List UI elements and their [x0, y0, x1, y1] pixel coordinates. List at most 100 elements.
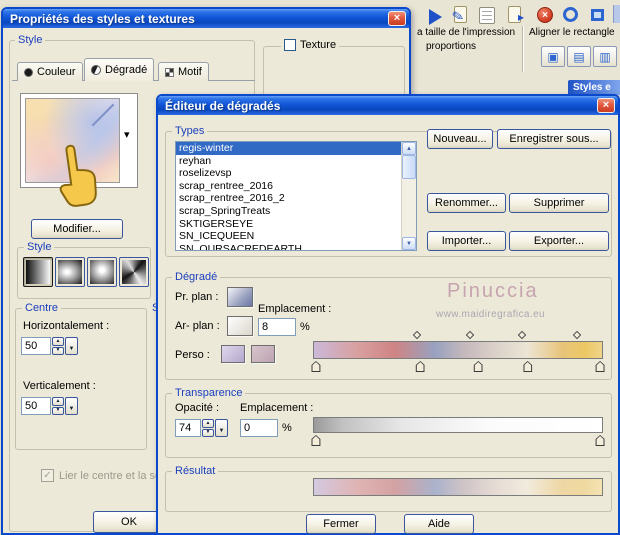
- gradient-style-rect-button[interactable]: [55, 257, 85, 287]
- text-block-icon[interactable]: [479, 7, 495, 24]
- delete-icon[interactable]: ×: [537, 7, 553, 23]
- script-run-icon[interactable]: ▸: [506, 5, 528, 26]
- circle-icon[interactable]: [563, 7, 578, 22]
- close-dialog-button[interactable]: Fermer: [306, 514, 376, 534]
- link-centre-checkbox[interactable]: ✓: [41, 469, 54, 482]
- properties-dialog-titlebar[interactable]: Propriétés des styles et textures ×: [3, 9, 409, 28]
- spin-down-button[interactable]: ▼: [202, 428, 214, 437]
- custom-swatch-1[interactable]: [221, 345, 245, 363]
- close-icon: ×: [393, 12, 401, 24]
- delete-button[interactable]: Supprimer: [509, 193, 609, 213]
- foreground-label: Pr. plan :: [175, 291, 219, 303]
- align-button-1[interactable]: ▣: [541, 46, 565, 67]
- stop-marker[interactable]: [523, 361, 533, 372]
- types-group-label: Types: [172, 125, 208, 138]
- texture-caption: Texture: [281, 39, 340, 51]
- stop-marker[interactable]: [311, 435, 321, 446]
- mid-marker[interactable]: [413, 330, 422, 340]
- stop-marker[interactable]: [311, 361, 321, 372]
- run-glyph: ▸: [518, 10, 525, 24]
- custom-swatch-2[interactable]: [251, 345, 275, 363]
- horizontal-value-input[interactable]: 50: [21, 337, 51, 355]
- spin-up-button[interactable]: ▲: [52, 397, 64, 406]
- workspace: ✎ ▸ × a taille de l'impression proportio…: [0, 0, 620, 535]
- list-item[interactable]: scrap_SpringTreats: [176, 205, 401, 218]
- horizontal-label: Horizontalement :: [23, 320, 110, 332]
- vertical-value-input[interactable]: 50: [21, 397, 51, 415]
- gradient-location-label: Emplacement :: [258, 303, 332, 315]
- properties-close-button[interactable]: ×: [388, 11, 406, 26]
- foreground-swatch[interactable]: [227, 287, 253, 307]
- style-subgroup-label: Style: [24, 241, 55, 254]
- spin-down-button[interactable]: ▼: [52, 406, 64, 415]
- preview-dropdown-icon[interactable]: ▾: [124, 128, 130, 141]
- gradient-style-radial-button[interactable]: [119, 257, 149, 287]
- opacity-spinner: 74 ▲ ▼ ▼: [175, 419, 228, 437]
- script-edit-icon[interactable]: ✎: [450, 5, 471, 26]
- linear-gradient-thumb: [26, 260, 50, 284]
- list-item[interactable]: reyhan: [176, 155, 401, 168]
- import-button[interactable]: Importer...: [427, 231, 506, 251]
- gradient-editor-titlebar[interactable]: Éditeur de dégradés ×: [158, 96, 618, 115]
- slider-dropdown-button[interactable]: ▼: [215, 419, 228, 437]
- scroll-thumb[interactable]: [402, 155, 416, 179]
- mid-marker[interactable]: [465, 330, 474, 340]
- slider-dropdown-button[interactable]: ▼: [65, 337, 78, 355]
- stop-marker[interactable]: [473, 361, 483, 372]
- gradient-editor-close-button[interactable]: ×: [597, 98, 615, 113]
- list-item[interactable]: scrap_rentree_2016_2: [176, 192, 401, 205]
- ok-button[interactable]: OK: [93, 511, 165, 533]
- properties-dialog-title: Propriétés des styles et textures: [10, 11, 195, 26]
- gradient-types-listbox[interactable]: regis-winter reyhan roselizevsp scrap_re…: [175, 141, 417, 251]
- gradient-location-input[interactable]: 8: [258, 318, 296, 336]
- scroll-down-button[interactable]: ▼: [402, 237, 416, 250]
- spin-down-button[interactable]: ▼: [52, 346, 64, 355]
- list-item[interactable]: SN_OURSACREDEARTH: [176, 243, 401, 250]
- list-item[interactable]: SN_ICEQUEEN: [176, 230, 401, 243]
- align-icon-2: ▤: [573, 49, 585, 64]
- gradient-bar[interactable]: [313, 341, 603, 359]
- new-button[interactable]: Nouveau...: [427, 129, 493, 149]
- square-icon[interactable]: [591, 9, 604, 21]
- list-item[interactable]: scrap_rentree_2016: [176, 180, 401, 193]
- text-lines: [482, 11, 492, 20]
- styles-panel-header[interactable]: Styles e: [568, 80, 620, 95]
- modify-button[interactable]: Modifier...: [31, 219, 123, 239]
- mid-marker[interactable]: [517, 330, 527, 340]
- gradient-location-percent: %: [300, 321, 310, 333]
- opacity-value-input[interactable]: 74: [175, 419, 201, 437]
- print-size-label: a taille de l'impression: [417, 27, 516, 38]
- export-button[interactable]: Exporter...: [509, 231, 609, 251]
- save-as-button[interactable]: Enregistrer sous...: [497, 129, 611, 149]
- transparency-location-input[interactable]: 0: [240, 419, 278, 437]
- gradient-style-sunburst-button[interactable]: [87, 257, 117, 287]
- mid-marker[interactable]: [572, 330, 582, 340]
- scroll-up-button[interactable]: ▲: [402, 142, 416, 155]
- list-item[interactable]: regis-winter: [176, 142, 401, 155]
- tab-motif-label: Motif: [178, 66, 202, 78]
- play-icon[interactable]: [429, 9, 442, 25]
- horizontal-spinner: 50 ▲ ▼ ▼: [21, 337, 78, 355]
- hand-cursor: [59, 144, 97, 207]
- partial-icon: [613, 5, 620, 23]
- radial-gradient-thumb: [122, 260, 146, 284]
- gradient-style-linear-button[interactable]: [23, 257, 53, 287]
- list-item[interactable]: roselizevsp: [176, 167, 401, 180]
- transparency-bar[interactable]: [313, 417, 603, 433]
- align-button-2[interactable]: ▤: [567, 46, 591, 67]
- background-swatch[interactable]: [227, 316, 253, 336]
- tab-degrade[interactable]: Dégradé: [84, 58, 155, 81]
- spin-up-button[interactable]: ▲: [202, 419, 214, 428]
- gradient-midpoint-track: [313, 330, 603, 340]
- stop-marker[interactable]: [415, 361, 425, 372]
- list-item[interactable]: SKTIGERSEYE: [176, 218, 401, 231]
- listbox-scrollbar[interactable]: ▲ ▼: [401, 142, 416, 250]
- align-button-3[interactable]: ▥: [593, 46, 617, 67]
- help-button[interactable]: Aide: [404, 514, 474, 534]
- spin-up-button[interactable]: ▲: [52, 337, 64, 346]
- texture-checkbox[interactable]: [284, 39, 296, 51]
- tab-couleur[interactable]: Couleur: [17, 62, 83, 81]
- tab-motif[interactable]: Motif: [158, 62, 209, 81]
- rename-button[interactable]: Renommer...: [427, 193, 506, 213]
- slider-dropdown-button[interactable]: ▼: [65, 397, 78, 415]
